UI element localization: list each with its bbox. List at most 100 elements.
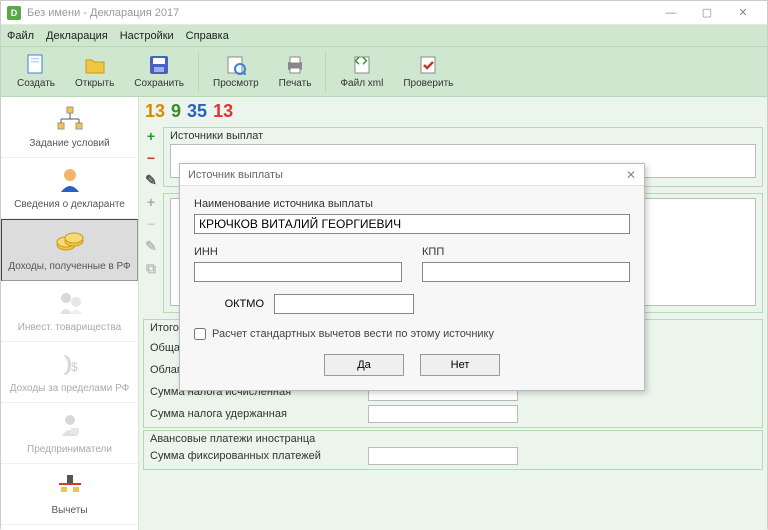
total-row-4: Сумма налога удержанная	[144, 403, 762, 425]
print-button[interactable]: Печать	[269, 52, 322, 91]
toolbar-separator	[198, 52, 199, 92]
source-remove-button[interactable]: −	[142, 149, 160, 167]
oktmo-input[interactable]	[274, 294, 414, 314]
menu-declaration[interactable]: Декларация	[46, 30, 108, 42]
tab-35[interactable]: 35	[187, 101, 207, 122]
source-name-input[interactable]	[194, 214, 630, 234]
sidebar-label: Инвест. товарищества	[18, 322, 121, 333]
sidebar-label: Доходы за пределами РФ	[10, 383, 129, 394]
window-controls: — ▢ ✕	[653, 3, 761, 23]
dialog-body: Наименование источника выплаты ИНН КПП О…	[180, 186, 644, 384]
total-value-4[interactable]	[368, 405, 518, 423]
titlebar: D Без имени - Декларация 2017 — ▢ ✕	[1, 1, 767, 25]
percentage-tabs: 13 9 35 13	[139, 97, 767, 125]
oktmo-label: ОКТМО	[194, 298, 264, 310]
sidebar-item-deductions[interactable]: Вычеты	[1, 464, 138, 525]
view-label: Просмотр	[213, 78, 259, 89]
sidebar-label: Вычеты	[51, 505, 87, 516]
invest-icon	[54, 287, 86, 319]
open-label: Открыть	[75, 78, 114, 89]
check-button[interactable]: Проверить	[393, 52, 463, 91]
advance-row: Сумма фиксированных платежей	[150, 445, 756, 467]
source-edit-button[interactable]: ✎	[142, 171, 160, 189]
view-icon	[225, 54, 247, 76]
xml-label: Файл xml	[340, 78, 383, 89]
total-label: Сумма налога удержанная	[150, 408, 360, 420]
app-icon: D	[7, 6, 21, 20]
dialog-no-button[interactable]: Нет	[420, 354, 500, 376]
checkbox-label: Расчет стандартных вычетов вести по этом…	[212, 328, 494, 340]
income-copy-button[interactable]: ⧉	[142, 259, 160, 277]
print-icon	[284, 54, 306, 76]
advance-header: Авансовые платежи иностранца	[150, 433, 756, 445]
kpp-input[interactable]	[422, 262, 630, 282]
income-mini-toolbar: + − ✎ ⧉	[139, 191, 163, 317]
menu-file[interactable]: Файл	[7, 30, 34, 42]
standard-deductions-checkbox[interactable]: Расчет стандартных вычетов вести по этом…	[194, 328, 630, 340]
tab-13b[interactable]: 13	[213, 101, 233, 122]
save-label: Сохранить	[134, 78, 184, 89]
toolbar-separator	[325, 52, 326, 92]
sidebar-item-declarant[interactable]: Сведения о декларанте	[1, 158, 138, 219]
dialog-titlebar: Источник выплаты ✕	[180, 164, 644, 186]
save-icon	[148, 54, 170, 76]
save-button[interactable]: Сохранить	[124, 52, 194, 91]
income-add-button[interactable]: +	[142, 193, 160, 211]
inn-input[interactable]	[194, 262, 402, 282]
menu-help[interactable]: Справка	[186, 30, 229, 42]
income-rf-icon	[54, 226, 86, 258]
close-button[interactable]: ✕	[725, 3, 761, 23]
sidebar-label: Доходы, полученные в РФ	[8, 261, 130, 272]
sources-title: Источники выплат	[164, 128, 762, 144]
advance-label: Сумма фиксированных платежей	[150, 450, 360, 462]
create-label: Создать	[17, 78, 55, 89]
check-label: Проверить	[403, 78, 453, 89]
tab-13[interactable]: 13	[145, 101, 165, 122]
deductions-icon	[54, 470, 86, 502]
minimize-button[interactable]: —	[653, 3, 689, 23]
open-button[interactable]: Открыть	[65, 52, 124, 91]
conditions-icon	[54, 103, 86, 135]
svg-text:$: $	[71, 360, 78, 374]
checkbox-input[interactable]	[194, 328, 206, 340]
name-label: Наименование источника выплаты	[194, 198, 630, 210]
view-button[interactable]: Просмотр	[203, 52, 269, 91]
advance-value[interactable]	[368, 447, 518, 465]
entrepreneurs-icon	[54, 409, 86, 441]
menu-settings[interactable]: Настройки	[120, 30, 174, 42]
sidebar-label: Задание условий	[29, 138, 109, 149]
sidebar-item-conditions[interactable]: Задание условий	[1, 97, 138, 158]
payment-source-dialog: Источник выплаты ✕ Наименование источник…	[179, 163, 645, 391]
sidebar-label: Предприниматели	[27, 444, 112, 455]
kpp-label: КПП	[422, 246, 630, 258]
app-window: D Без имени - Декларация 2017 — ▢ ✕ Файл…	[0, 0, 768, 529]
source-add-button[interactable]: +	[142, 127, 160, 145]
xml-icon	[351, 54, 373, 76]
income-remove-button[interactable]: −	[142, 215, 160, 233]
open-icon	[84, 54, 106, 76]
inn-label: ИНН	[194, 246, 402, 258]
income-edit-button[interactable]: ✎	[142, 237, 160, 255]
sidebar: Задание условий Сведения о декларанте До…	[1, 97, 139, 530]
print-label: Печать	[279, 78, 312, 89]
advance-group: Авансовые платежи иностранца Сумма фикси…	[143, 430, 763, 470]
dialog-title: Источник выплаты	[188, 169, 283, 181]
check-icon	[417, 54, 439, 76]
menubar: Файл Декларация Настройки Справка	[1, 25, 767, 47]
sidebar-item-foreign[interactable]: $ Доходы за пределами РФ	[1, 342, 138, 403]
dialog-close-button[interactable]: ✕	[626, 168, 636, 182]
sidebar-label: Сведения о декларанте	[14, 199, 125, 210]
toolbar: Создать Открыть Сохранить Просмотр Печа	[1, 47, 767, 97]
foreign-icon: $	[54, 348, 86, 380]
xml-button[interactable]: Файл xml	[330, 52, 393, 91]
dialog-yes-button[interactable]: Да	[324, 354, 404, 376]
sidebar-item-invest[interactable]: Инвест. товарищества	[1, 281, 138, 342]
create-button[interactable]: Создать	[7, 52, 65, 91]
maximize-button[interactable]: ▢	[689, 3, 725, 23]
declarant-icon	[54, 164, 86, 196]
window-title: Без имени - Декларация 2017	[27, 7, 653, 19]
sidebar-item-entrepreneurs[interactable]: Предприниматели	[1, 403, 138, 464]
sources-mini-toolbar: + − ✎	[139, 125, 163, 191]
tab-9[interactable]: 9	[171, 101, 181, 122]
sidebar-item-income-rf[interactable]: Доходы, полученные в РФ	[1, 219, 138, 281]
